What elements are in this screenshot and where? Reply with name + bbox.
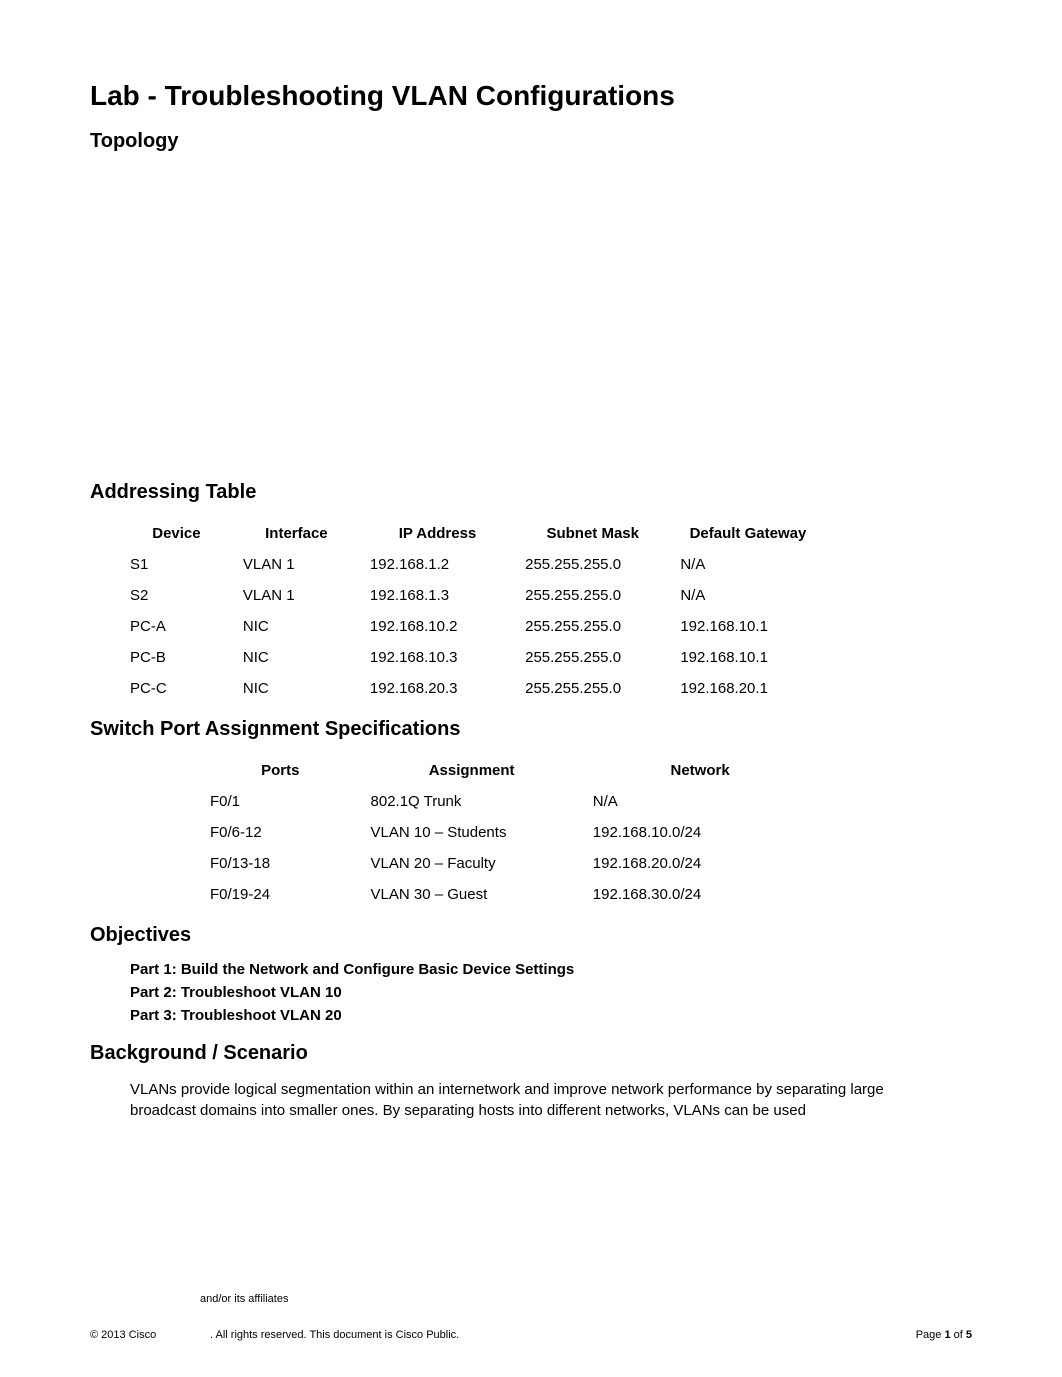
- table-row: PC-A NIC 192.168.10.2 255.255.255.0 192.…: [120, 611, 826, 642]
- cell-mask: 255.255.255.0: [515, 642, 670, 673]
- cell-ports: F0/13-18: [200, 848, 361, 879]
- cell-gateway: N/A: [670, 580, 825, 611]
- table-row: PC-B NIC 192.168.10.3 255.255.255.0 192.…: [120, 642, 826, 673]
- affiliates-note: and/or its affiliates: [200, 1293, 288, 1305]
- page-title: Lab - Troubleshooting VLAN Configuration…: [90, 80, 972, 112]
- page-of: of: [951, 1329, 966, 1341]
- cell-device: S1: [120, 549, 233, 580]
- cell-interface: VLAN 1: [233, 580, 360, 611]
- col-ip: IP Address: [360, 518, 515, 549]
- cell-ip: 192.168.10.2: [360, 611, 515, 642]
- section-background: Background / Scenario: [90, 1042, 972, 1065]
- cell-device: PC-C: [120, 673, 233, 704]
- table-header-row: Device Interface IP Address Subnet Mask …: [120, 518, 826, 549]
- cell-ports: F0/6-12: [200, 817, 361, 848]
- cell-ip: 192.168.10.3: [360, 642, 515, 673]
- cell-mask: 255.255.255.0: [515, 549, 670, 580]
- footer-page: Page 1 of 5: [872, 1329, 972, 1341]
- page-total: 5: [966, 1329, 972, 1341]
- cell-device: S2: [120, 580, 233, 611]
- objective-part-1: Part 1: Build the Network and Configure …: [130, 961, 972, 978]
- cell-ports: F0/19-24: [200, 879, 361, 910]
- section-objectives: Objectives: [90, 924, 972, 947]
- topology-diagram-placeholder: [90, 167, 972, 467]
- cell-interface: NIC: [233, 642, 360, 673]
- table-header-row: Ports Assignment Network: [200, 755, 817, 786]
- col-ports: Ports: [200, 755, 361, 786]
- cell-assignment: VLAN 30 – Guest: [361, 879, 583, 910]
- cell-ip: 192.168.1.2: [360, 549, 515, 580]
- col-device: Device: [120, 518, 233, 549]
- footer-copyright: © 2013 Cisco: [90, 1329, 210, 1341]
- cell-gateway: 192.168.10.1: [670, 642, 825, 673]
- footer-rights: . All rights reserved. This document is …: [210, 1329, 872, 1341]
- cell-mask: 255.255.255.0: [515, 673, 670, 704]
- table-row: F0/13-18 VLAN 20 – Faculty 192.168.20.0/…: [200, 848, 817, 879]
- col-network: Network: [583, 755, 818, 786]
- section-addressing: Addressing Table: [90, 481, 972, 504]
- cell-device: PC-A: [120, 611, 233, 642]
- cell-network: 192.168.10.0/24: [583, 817, 818, 848]
- cell-ports: F0/1: [200, 786, 361, 817]
- col-mask: Subnet Mask: [515, 518, 670, 549]
- cell-mask: 255.255.255.0: [515, 611, 670, 642]
- cell-gateway: 192.168.10.1: [670, 611, 825, 642]
- switchport-table: Ports Assignment Network F0/1 802.1Q Tru…: [200, 755, 817, 910]
- cell-interface: NIC: [233, 611, 360, 642]
- page-footer: © 2013 Cisco . All rights reserved. This…: [90, 1329, 972, 1341]
- col-interface: Interface: [233, 518, 360, 549]
- cell-device: PC-B: [120, 642, 233, 673]
- table-row: F0/1 802.1Q Trunk N/A: [200, 786, 817, 817]
- table-row: S1 VLAN 1 192.168.1.2 255.255.255.0 N/A: [120, 549, 826, 580]
- table-row: S2 VLAN 1 192.168.1.3 255.255.255.0 N/A: [120, 580, 826, 611]
- cell-network: N/A: [583, 786, 818, 817]
- page-label: Page: [916, 1329, 945, 1341]
- col-assignment: Assignment: [361, 755, 583, 786]
- table-row: PC-C NIC 192.168.20.3 255.255.255.0 192.…: [120, 673, 826, 704]
- cell-gateway: 192.168.20.1: [670, 673, 825, 704]
- cell-network: 192.168.20.0/24: [583, 848, 818, 879]
- col-gateway: Default Gateway: [670, 518, 825, 549]
- addressing-table: Device Interface IP Address Subnet Mask …: [120, 518, 826, 704]
- cell-gateway: N/A: [670, 549, 825, 580]
- cell-ip: 192.168.20.3: [360, 673, 515, 704]
- cell-assignment: 802.1Q Trunk: [361, 786, 583, 817]
- objective-part-3: Part 3: Troubleshoot VLAN 20: [130, 1007, 972, 1024]
- cell-interface: VLAN 1: [233, 549, 360, 580]
- cell-assignment: VLAN 10 – Students: [361, 817, 583, 848]
- section-switchport: Switch Port Assignment Specifications: [90, 718, 972, 741]
- cell-interface: NIC: [233, 673, 360, 704]
- objective-part-2: Part 2: Troubleshoot VLAN 10: [130, 984, 972, 1001]
- section-topology: Topology: [90, 130, 972, 153]
- cell-network: 192.168.30.0/24: [583, 879, 818, 910]
- background-paragraph: VLANs provide logical segmentation withi…: [130, 1079, 952, 1121]
- cell-ip: 192.168.1.3: [360, 580, 515, 611]
- table-row: F0/6-12 VLAN 10 – Students 192.168.10.0/…: [200, 817, 817, 848]
- cell-assignment: VLAN 20 – Faculty: [361, 848, 583, 879]
- table-row: F0/19-24 VLAN 30 – Guest 192.168.30.0/24: [200, 879, 817, 910]
- cell-mask: 255.255.255.0: [515, 580, 670, 611]
